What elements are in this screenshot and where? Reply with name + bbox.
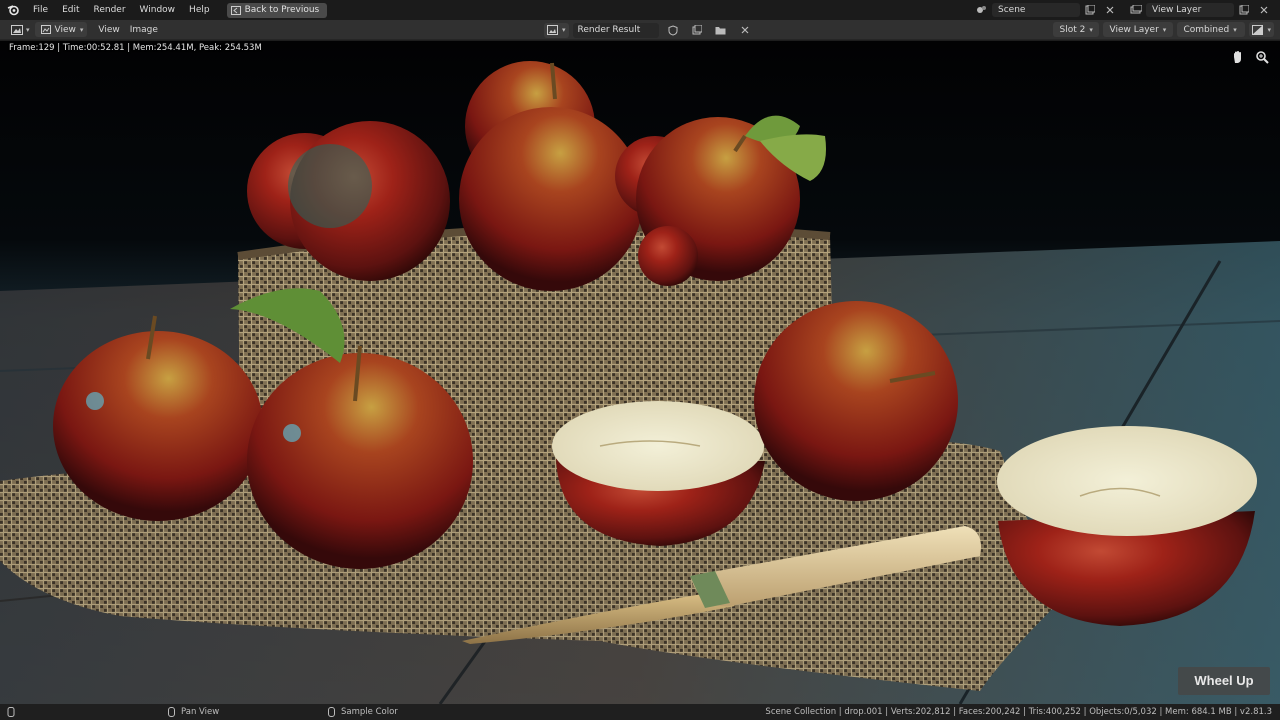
view-mode-label: View <box>54 24 76 35</box>
scene-icon[interactable] <box>972 2 992 18</box>
chevron-down-icon: ▾ <box>1162 25 1167 34</box>
pass-label: Combined <box>1183 24 1230 35</box>
image-menu[interactable]: Image <box>125 22 163 37</box>
chevron-down-icon: ▾ <box>1233 25 1237 34</box>
image-name-field[interactable]: Render Result <box>572 22 659 38</box>
slot-label: Slot 2 <box>1059 24 1086 35</box>
mouse-middle-icon <box>168 707 175 717</box>
image-editor-icon <box>11 24 23 35</box>
image-datablock: ▾ Render Result <box>544 22 755 38</box>
image-browse-icon <box>547 25 558 35</box>
key-overlay-wheel-up: Wheel Up <box>1178 667 1270 695</box>
unlink-image-icon[interactable] <box>735 22 755 38</box>
view-mode-icon <box>40 25 51 34</box>
open-image-folder-icon[interactable] <box>711 22 731 38</box>
mouse-right-icon <box>328 707 335 717</box>
layer-label: View Layer <box>1109 24 1159 35</box>
render-frame-info: Frame:129 | Time:00:52.81 | Mem:254.41M,… <box>9 43 262 53</box>
menu-window[interactable]: Window <box>133 0 183 20</box>
new-scene-icon[interactable] <box>1080 2 1100 18</box>
menu-edit[interactable]: Edit <box>55 0 86 20</box>
workspace-selectors: Scene View Layer <box>972 0 1280 20</box>
menu-file[interactable]: File <box>26 0 55 20</box>
top-menu-bar: File Edit Render Window Help Back to Pre… <box>0 0 1280 20</box>
status-left-icon <box>6 707 16 717</box>
render-result-image[interactable] <box>0 41 1280 704</box>
view-layer-icon[interactable] <box>1126 2 1146 18</box>
status-bar: Pan View Sample Color Scene Collection |… <box>0 704 1280 720</box>
back-to-previous-button[interactable]: Back to Previous <box>226 2 328 18</box>
display-channels-dropdown[interactable]: ▾ <box>1249 22 1274 37</box>
view-layer-selector: View Layer <box>1126 2 1274 18</box>
sample-color-hint: Sample Color <box>328 707 398 717</box>
zoom-icon[interactable] <box>1255 50 1271 66</box>
chevron-down-icon: ▾ <box>26 25 30 34</box>
rendered-apples-scene <box>0 41 1280 704</box>
chevron-down-icon: ▾ <box>562 26 566 34</box>
keyboard-mouse-icon <box>7 707 15 717</box>
back-to-previous-label: Back to Previous <box>244 5 320 15</box>
chevron-down-icon: ▾ <box>1089 25 1093 34</box>
view-menu[interactable]: View <box>93 22 124 37</box>
chevron-down-icon: ▾ <box>79 25 84 34</box>
chevron-down-icon: ▾ <box>1267 25 1271 34</box>
pass-dropdown[interactable]: Combined ▾ <box>1177 22 1246 37</box>
scene-selector: Scene <box>972 2 1120 18</box>
menu-help[interactable]: Help <box>182 0 217 20</box>
editor-type-dropdown[interactable]: ▾ <box>6 22 35 37</box>
menu-render[interactable]: Render <box>87 0 133 20</box>
pan-view-hint: Pan View <box>168 707 219 717</box>
view-mode-dropdown[interactable]: View ▾ <box>34 22 88 37</box>
back-arrow-icon <box>230 5 241 15</box>
delete-view-layer-icon[interactable] <box>1254 2 1274 18</box>
scene-field[interactable]: Scene <box>992 3 1080 17</box>
fake-user-shield-icon[interactable] <box>663 22 683 38</box>
new-image-icon[interactable] <box>687 22 707 38</box>
slot-dropdown[interactable]: Slot 2 ▾ <box>1053 22 1100 37</box>
pan-hand-icon[interactable] <box>1231 50 1247 66</box>
blender-logo-icon[interactable] <box>0 0 26 20</box>
delete-scene-icon[interactable] <box>1100 2 1120 18</box>
view-layer-field[interactable]: View Layer <box>1146 3 1234 17</box>
image-editor-header: ▾ View ▾ View Image ▾ Render Result Slot… <box>0 20 1280 40</box>
image-browse-button[interactable]: ▾ <box>544 22 569 38</box>
scene-statistics: Scene Collection | drop.001 | Verts:202,… <box>765 707 1272 717</box>
pan-view-label: Pan View <box>181 707 220 717</box>
new-view-layer-icon[interactable] <box>1234 2 1254 18</box>
display-channels-icon <box>1252 24 1264 35</box>
layer-dropdown[interactable]: View Layer ▾ <box>1103 22 1174 37</box>
render-slot-controls: Slot 2 ▾ View Layer ▾ Combined ▾ ▾ <box>1053 22 1274 37</box>
sample-color-label: Sample Color <box>341 707 398 717</box>
